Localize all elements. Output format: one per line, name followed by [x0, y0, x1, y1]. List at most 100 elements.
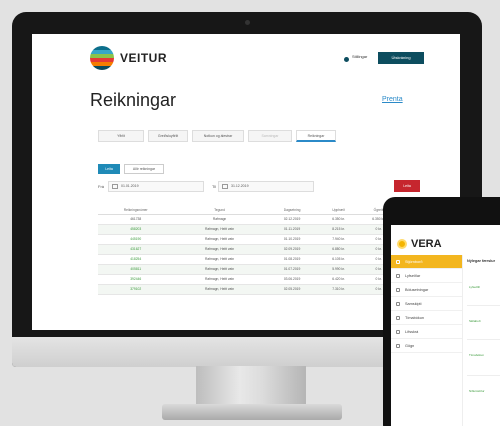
to-date-field[interactable]: 31.12.2019: [218, 181, 314, 192]
tab-usage[interactable]: Notkun og álestrar: [192, 130, 244, 142]
feed-entry[interactable]: Skilaboð: [469, 319, 481, 323]
sidebar-item-data[interactable]: Gögn: [391, 339, 462, 353]
sidebar-item-appointments[interactable]: Tímabókun: [391, 311, 462, 325]
table-row[interactable]: 445190 Rafmagn, Heitt vatn 01.10.2019 7.940…: [98, 234, 424, 245]
from-date-field[interactable]: 01.01.2019: [108, 181, 204, 192]
table-cell: 5.990 kr.: [318, 264, 359, 275]
print-link[interactable]: Prenta: [382, 96, 403, 103]
camera-dot: [245, 20, 250, 25]
tab-overview[interactable]: Yfirlit: [98, 130, 144, 142]
feed-entry[interactable]: Tímabókun: [469, 353, 484, 357]
to-label: Til: [212, 184, 217, 189]
page-title: Reikningar: [90, 90, 177, 110]
filter-buttons: Leita Allir reikningar: [98, 164, 164, 174]
table-cell: 6.880 kr.: [318, 244, 359, 255]
document-icon: [396, 344, 400, 348]
table-cell: 418254: [98, 254, 174, 265]
table-cell: 445190: [98, 234, 174, 245]
calendar-icon: [112, 184, 118, 189]
sidebar-item-label: Lyfseðlar: [405, 274, 421, 278]
table-row[interactable]: 379102 Rafmagn, Heitt vatn 02.05.2019 7.310…: [98, 284, 424, 295]
tab-bar: Yfirlit Greiðsluyfirlit Notkun og álestr…: [98, 130, 336, 142]
table-cell: Rafmagn, Heitt vatn: [173, 274, 266, 285]
table-cell: 6.350 kr.: [318, 214, 359, 225]
column-header[interactable]: Dagsetning: [265, 206, 319, 215]
message-icon: [396, 302, 400, 306]
monitor-base: [162, 404, 342, 420]
dashboard-icon: [396, 260, 400, 264]
tablet-sidebar: Stjórnborð Lyfseðlar Bólusetningar Samsk…: [391, 255, 463, 426]
sidebar-item-label: Stjórnborð: [405, 260, 423, 264]
to-date-value: 31.12.2019: [231, 184, 249, 188]
brand-name: VEITUR: [120, 51, 168, 65]
table-header-row: Reikningsnúmer Tegund Dagsetning Upphæð …: [98, 206, 424, 215]
table-row[interactable]: 405811 Rafmagn, Heitt vatn 01.07.2019 5.990…: [98, 264, 424, 275]
sidebar-item-messages[interactable]: Samskipti: [391, 297, 462, 311]
top-bar: VEITUR Stillingar Útskráning: [32, 34, 460, 80]
divider: [467, 305, 500, 306]
table-cell: 431627: [98, 244, 174, 255]
tablet-section-header: Nýlegar færslur: [467, 259, 496, 263]
divider: [467, 339, 500, 340]
table-cell: 8.215 kr.: [318, 224, 359, 235]
table-row[interactable]: 392446 Rafmagn, Heitt vatn 03.06.2019 6.420…: [98, 274, 424, 285]
table-cell: 392446: [98, 274, 174, 285]
all-invoices-button[interactable]: Allir reikningar: [124, 164, 164, 174]
settings-link[interactable]: Stillingar: [352, 54, 367, 59]
table-body: 461738 Rafmagn 02.12.2019 6.350 kr. 6.350 kr…: [98, 214, 424, 295]
table-cell: 458203: [98, 224, 174, 235]
table-cell: 7.310 kr.: [318, 284, 359, 295]
table-cell: 379102: [98, 284, 174, 295]
feed-entry[interactable]: Niðurstöður: [469, 389, 485, 393]
table-cell: 01.08.2019: [265, 254, 319, 265]
from-label: Frá: [98, 184, 104, 189]
table-row[interactable]: 418254 Rafmagn, Heitt vatn 01.08.2019 6.105…: [98, 254, 424, 265]
divider: [467, 375, 500, 376]
table-row[interactable]: 458203 Rafmagn, Heitt vatn 01.11.2019 8.215…: [98, 224, 424, 235]
table-cell: Rafmagn, Heitt vatn: [173, 244, 266, 255]
table-cell: 02.09.2019: [265, 244, 319, 255]
sidebar-item-records[interactable]: Lífsskrá: [391, 325, 462, 339]
invoice-table: Reikningsnúmer Tegund Dagsetning Upphæð …: [98, 206, 424, 295]
table-cell: 01.11.2019: [265, 224, 319, 235]
submit-search-button[interactable]: Leita: [394, 180, 420, 192]
tab-invoices[interactable]: Reikningar: [296, 130, 336, 142]
vera-logo[interactable]: [397, 239, 407, 249]
search-button[interactable]: Leita: [98, 164, 120, 174]
calendar-icon: [222, 184, 228, 189]
logout-button[interactable]: Útskráning: [378, 52, 424, 64]
tab-contracts[interactable]: Samningar: [248, 130, 292, 142]
sidebar-item-label: Tímabókun: [405, 316, 424, 320]
table-cell: 6.105 kr.: [318, 254, 359, 265]
tab-payments[interactable]: Greiðsluyfirlit: [148, 130, 188, 142]
tablet: VERA Stjórnborð Lyfseðlar Bólusetningar …: [383, 197, 500, 426]
table-cell: 02.05.2019: [265, 284, 319, 295]
table-row[interactable]: 431627 Rafmagn, Heitt vatn 02.09.2019 6.880…: [98, 244, 424, 255]
table-cell: Rafmagn, Heitt vatn: [173, 234, 266, 245]
from-date-value: 01.01.2019: [121, 184, 139, 188]
sidebar-item-prescriptions[interactable]: Lyfseðlar: [391, 269, 462, 283]
sidebar-item-vaccinations[interactable]: Bólusetningar: [391, 283, 462, 297]
table-cell: 7.940 kr.: [318, 234, 359, 245]
calendar-icon: [396, 316, 400, 320]
monitor-stand: [196, 366, 306, 408]
table-row[interactable]: 461738 Rafmagn 02.12.2019 6.350 kr. 6.350 kr…: [98, 214, 424, 225]
vaccine-icon: [396, 288, 400, 292]
table-cell: Rafmagn, Heitt vatn: [173, 284, 266, 295]
veitur-logo[interactable]: [90, 46, 114, 70]
table-cell: Rafmagn, Heitt vatn: [173, 254, 266, 265]
table-cell: Rafmagn: [173, 214, 266, 225]
column-header[interactable]: Upphæð: [318, 206, 359, 215]
feed-entry[interactable]: Lyfseðill: [469, 285, 480, 289]
sidebar-item-label: Lífsskrá: [405, 330, 419, 334]
column-header[interactable]: Tegund: [173, 206, 266, 215]
table-cell: Rafmagn, Heitt vatn: [173, 264, 266, 275]
settings-icon[interactable]: [344, 57, 349, 62]
tablet-screen: VERA Stjórnborð Lyfseðlar Bólusetningar …: [391, 225, 500, 426]
table-cell: 01.07.2019: [265, 264, 319, 275]
sidebar-item-dashboard[interactable]: Stjórnborð: [391, 255, 462, 269]
column-header[interactable]: Reikningsnúmer: [98, 206, 174, 215]
sidebar-item-label: Bólusetningar: [405, 288, 429, 292]
table-cell: 01.10.2019: [265, 234, 319, 245]
record-icon: [396, 330, 400, 334]
